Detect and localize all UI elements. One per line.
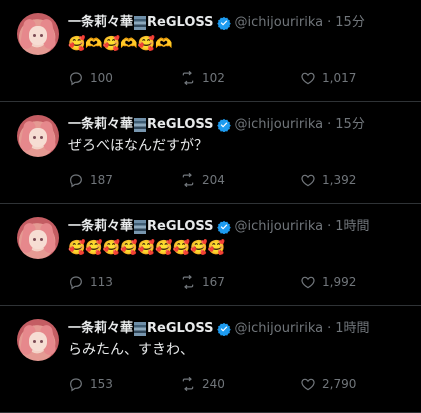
reply-button[interactable]: 187 <box>68 172 113 188</box>
tweet-header: 一条莉々華 ReGLOSS @ichijouririka · 1時間 <box>68 218 370 235</box>
avatar[interactable] <box>17 217 59 259</box>
display-name-suffix[interactable]: ReGLOSS <box>147 116 214 133</box>
reply-button[interactable]: 153 <box>68 376 113 392</box>
display-name-suffix[interactable]: ReGLOSS <box>147 320 214 337</box>
user-handle[interactable]: @ichijouririka <box>235 320 324 337</box>
membership-badge-icon <box>134 15 147 30</box>
tweet-header: 一条莉々華 ReGLOSS @ichijouririka · 1時間 <box>68 320 370 337</box>
like-button[interactable]: 2,790 <box>300 376 356 392</box>
retweet-count: 240 <box>202 377 225 391</box>
tweet-text: 🥰🥰🥰🥰🥰🥰🥰🥰🥰 <box>68 240 225 256</box>
timestamp[interactable]: 15分 <box>335 116 365 133</box>
timestamp[interactable]: 1時間 <box>335 218 369 235</box>
tweet-actions: 113 167 1,992 <box>68 274 408 292</box>
tweet[interactable]: 一条莉々華 ReGLOSS @ichijouririka · 15分 🥰🫶🥰🫶🥰… <box>0 0 421 102</box>
heart-icon <box>301 174 315 187</box>
like-button[interactable]: 1,992 <box>300 274 356 290</box>
separator-dot: · <box>327 219 332 234</box>
verified-badge-icon <box>216 220 231 234</box>
user-handle[interactable]: @ichijouririka <box>235 14 324 31</box>
like-count: 1,017 <box>322 71 357 85</box>
tweet-feed: 一条莉々華 ReGLOSS @ichijouririka · 15分 🥰🫶🥰🫶🥰… <box>0 0 421 413</box>
retweet-button[interactable]: 204 <box>180 172 225 188</box>
tweet-header: 一条莉々華 ReGLOSS @ichijouririka · 15分 <box>68 14 365 31</box>
user-handle[interactable]: @ichijouririka <box>235 116 324 133</box>
retweet-button[interactable]: 102 <box>180 70 225 86</box>
user-handle[interactable]: @ichijouririka <box>235 218 324 235</box>
reply-icon <box>70 276 82 290</box>
retweet-count: 204 <box>202 173 225 187</box>
retweet-icon <box>182 70 194 86</box>
timestamp[interactable]: 1時間 <box>335 320 369 337</box>
reply-count: 187 <box>90 173 113 187</box>
tweet-actions: 100 102 1,017 <box>68 70 408 88</box>
separator-dot: · <box>327 15 332 30</box>
reply-icon <box>70 174 82 188</box>
tweet-header: 一条莉々華 ReGLOSS @ichijouririka · 15分 <box>68 116 365 133</box>
like-count: 1,392 <box>322 173 357 187</box>
like-count: 1,992 <box>322 275 357 289</box>
reply-count: 153 <box>90 377 113 391</box>
tweet[interactable]: 一条莉々華 ReGLOSS @ichijouririka · 15分 ぜろべほな… <box>0 102 421 204</box>
display-name[interactable]: 一条莉々華 <box>68 14 133 31</box>
like-button[interactable]: 1,392 <box>300 172 356 188</box>
avatar[interactable] <box>17 13 59 55</box>
retweet-button[interactable]: 167 <box>180 274 225 290</box>
display-name-suffix[interactable]: ReGLOSS <box>147 14 214 31</box>
tweet-actions: 153 240 2,790 <box>68 376 408 394</box>
retweet-icon <box>182 376 194 392</box>
retweet-count: 167 <box>202 275 225 289</box>
display-name-suffix[interactable]: ReGLOSS <box>147 218 214 235</box>
verified-badge-icon <box>216 322 231 336</box>
timestamp[interactable]: 15分 <box>335 14 365 31</box>
heart-icon <box>301 378 315 391</box>
membership-badge-icon <box>134 117 147 132</box>
tweet-text: らみたん、すきわ、 <box>68 342 194 358</box>
separator-dot: · <box>327 321 332 336</box>
tweet[interactable]: 一条莉々華 ReGLOSS @ichijouririka · 1時間 🥰🥰🥰🥰🥰… <box>0 204 421 306</box>
heart-icon <box>301 276 315 289</box>
membership-badge-icon <box>134 321 147 336</box>
verified-badge-icon <box>216 16 231 30</box>
reply-count: 100 <box>90 71 113 85</box>
display-name[interactable]: 一条莉々華 <box>68 320 133 337</box>
retweet-icon <box>182 172 194 188</box>
reply-icon <box>70 378 82 392</box>
display-name[interactable]: 一条莉々華 <box>68 218 133 235</box>
avatar[interactable] <box>17 115 59 157</box>
reply-button[interactable]: 100 <box>68 70 113 86</box>
tweet-actions: 187 204 1,392 <box>68 172 408 190</box>
retweet-icon <box>182 274 194 290</box>
tweet-text: ぜろべほなんだすが？ <box>68 138 208 154</box>
retweet-count: 102 <box>202 71 225 85</box>
verified-badge-icon <box>216 118 231 132</box>
like-count: 2,790 <box>322 377 357 391</box>
display-name[interactable]: 一条莉々華 <box>68 116 133 133</box>
reply-count: 113 <box>90 275 113 289</box>
avatar[interactable] <box>17 319 59 361</box>
tweet[interactable]: 一条莉々華 ReGLOSS @ichijouririka · 1時間 らみたん、… <box>0 306 421 413</box>
retweet-button[interactable]: 240 <box>180 376 225 392</box>
separator-dot: · <box>327 117 332 132</box>
tweet-text: 🥰🫶🥰🫶🥰🫶 <box>68 36 173 52</box>
membership-badge-icon <box>134 219 147 234</box>
like-button[interactable]: 1,017 <box>300 70 356 86</box>
reply-button[interactable]: 113 <box>68 274 113 290</box>
heart-icon <box>301 72 315 85</box>
reply-icon <box>70 72 82 86</box>
